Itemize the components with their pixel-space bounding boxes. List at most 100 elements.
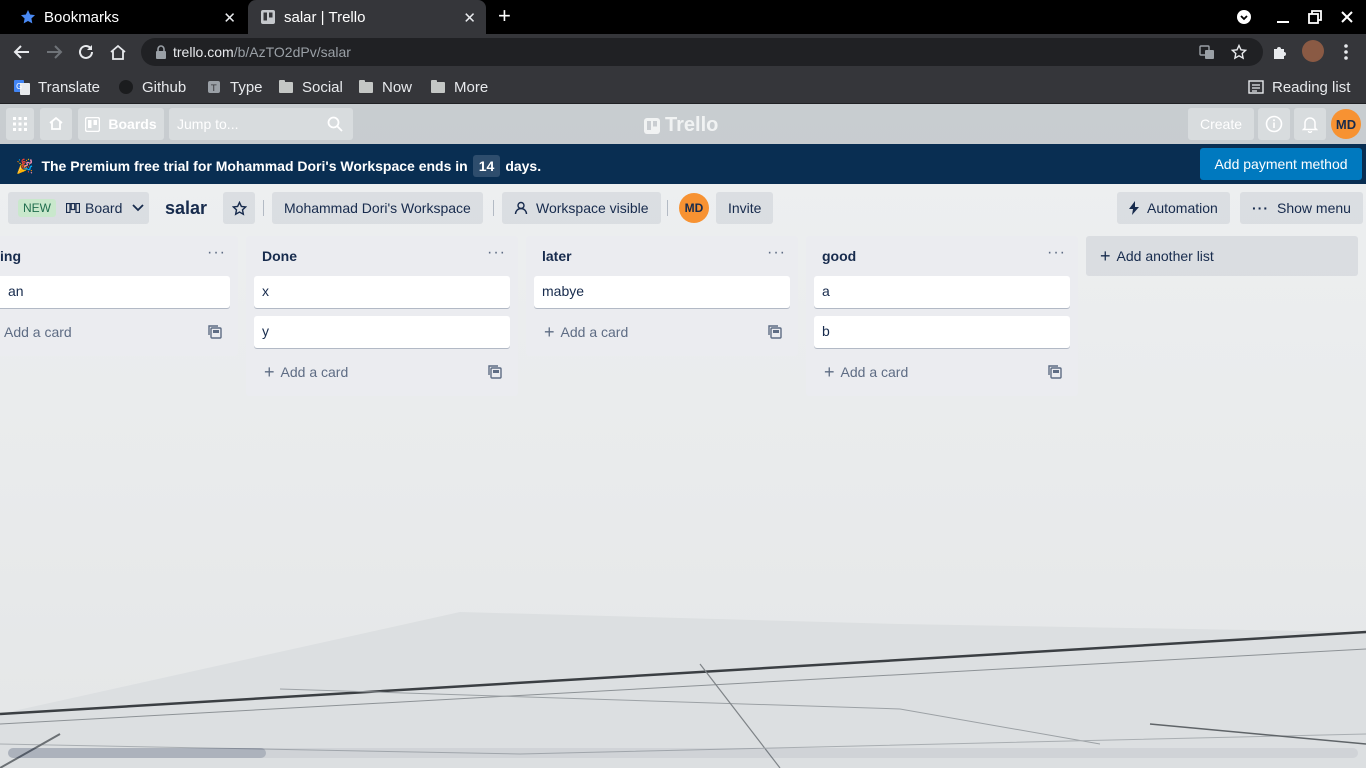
add-card-button[interactable]: + Add a card bbox=[814, 356, 1070, 388]
divider bbox=[493, 200, 494, 216]
bookmark-label: Github bbox=[142, 78, 187, 96]
workspace-label: Mohammad Dori's Workspace bbox=[284, 200, 471, 216]
restore-icon[interactable] bbox=[1308, 0, 1322, 34]
card-template-icon[interactable] bbox=[208, 325, 222, 342]
close-tab-icon[interactable]: ✕ bbox=[463, 9, 476, 27]
reading-list-button[interactable]: Reading list bbox=[1248, 76, 1350, 98]
visibility-label: Workspace visible bbox=[536, 200, 649, 216]
card[interactable]: b bbox=[814, 316, 1070, 348]
type-icon: T bbox=[206, 79, 222, 95]
extensions-icon[interactable] bbox=[1270, 42, 1290, 62]
card-template-icon[interactable] bbox=[488, 365, 502, 382]
minimize-icon[interactable] bbox=[1276, 0, 1290, 34]
add-list-label: Add another list bbox=[1116, 248, 1214, 264]
bookmark-translate[interactable]: G Translate bbox=[14, 76, 100, 98]
browser-menu-icon[interactable] bbox=[1336, 42, 1356, 62]
list-menu-icon[interactable]: ··· bbox=[207, 244, 226, 262]
list-column: later ··· mabye + Add a card bbox=[526, 236, 798, 356]
list-title[interactable]: ing bbox=[0, 248, 21, 264]
close-tab-icon[interactable]: ✕ bbox=[223, 9, 236, 27]
home-button[interactable] bbox=[40, 108, 72, 140]
add-card-button[interactable]: Add a card bbox=[0, 316, 230, 348]
lightning-icon bbox=[1129, 201, 1139, 215]
list-menu-icon[interactable]: ··· bbox=[767, 244, 786, 262]
days-remaining-badge: 14 bbox=[472, 155, 501, 177]
scrollbar-thumb[interactable] bbox=[8, 748, 266, 758]
card-template-icon[interactable] bbox=[1048, 365, 1062, 382]
list-title[interactable]: later bbox=[542, 248, 572, 264]
visibility-button[interactable]: Workspace visible bbox=[502, 192, 661, 224]
browser-tab-bookmarks[interactable]: Bookmarks ✕ bbox=[0, 0, 246, 34]
board-member-avatar[interactable]: MD bbox=[679, 193, 709, 223]
bookmarks-bar: G Translate Github T Type Social Now Mor… bbox=[0, 70, 1366, 104]
tab-search-icon[interactable] bbox=[1236, 0, 1252, 34]
folder-icon bbox=[358, 79, 374, 95]
list-menu-icon[interactable]: ··· bbox=[1047, 244, 1066, 262]
card[interactable]: mabye bbox=[534, 276, 790, 308]
add-card-button[interactable]: + Add a card bbox=[534, 316, 790, 348]
lock-icon bbox=[155, 45, 167, 62]
automation-button[interactable]: Automation bbox=[1117, 192, 1230, 224]
create-button[interactable]: Create bbox=[1188, 108, 1254, 140]
workspace-button[interactable]: Mohammad Dori's Workspace bbox=[272, 192, 483, 224]
card[interactable]: a bbox=[814, 276, 1070, 308]
list-header[interactable]: later ··· bbox=[526, 236, 798, 276]
logo-text: Trello bbox=[665, 114, 719, 136]
home-icon[interactable] bbox=[108, 42, 128, 62]
bookmark-star-icon[interactable] bbox=[1230, 43, 1248, 63]
add-card-button[interactable]: + Add a card bbox=[254, 356, 510, 388]
forward-icon[interactable] bbox=[44, 42, 64, 62]
reading-list-icon bbox=[1248, 79, 1264, 95]
card-template-icon[interactable] bbox=[768, 325, 782, 342]
list-header[interactable]: ing ··· bbox=[0, 236, 238, 276]
close-window-icon[interactable] bbox=[1340, 0, 1354, 34]
app-switcher-icon[interactable] bbox=[6, 108, 34, 140]
invite-button[interactable]: Invite bbox=[716, 192, 774, 224]
trello-icon bbox=[260, 9, 276, 25]
plus-icon: + bbox=[824, 361, 835, 382]
bookmark-folder-social[interactable]: Social bbox=[278, 76, 343, 98]
list-title[interactable]: Done bbox=[262, 248, 297, 264]
translate-page-icon[interactable] bbox=[1199, 44, 1215, 63]
address-bar[interactable]: trello.com/b/AzTO2dPv/salar bbox=[141, 38, 1263, 66]
board-view-switcher[interactable]: NEW Board bbox=[8, 192, 149, 224]
add-payment-method-button[interactable]: Add payment method bbox=[1200, 148, 1362, 180]
info-icon[interactable] bbox=[1258, 108, 1290, 140]
boards-button[interactable]: Boards bbox=[78, 108, 164, 140]
payment-button-label: Add payment method bbox=[1214, 156, 1348, 172]
board-title[interactable]: salar bbox=[165, 198, 207, 219]
bookmark-folder-more[interactable]: More bbox=[430, 76, 488, 98]
card-title: y bbox=[262, 323, 269, 339]
bookmark-type[interactable]: T Type bbox=[206, 76, 263, 98]
divider bbox=[263, 200, 264, 216]
show-menu-button[interactable]: ··· Show menu bbox=[1240, 192, 1363, 224]
jump-to-search[interactable]: Jump to... bbox=[169, 108, 353, 140]
google-translate-icon: G bbox=[14, 79, 30, 95]
card[interactable]: an bbox=[0, 276, 230, 308]
add-another-list-button[interactable]: + Add another list bbox=[1086, 236, 1358, 276]
list-header[interactable]: Done ··· bbox=[246, 236, 518, 276]
list-title[interactable]: good bbox=[822, 248, 856, 264]
list-menu-icon[interactable]: ··· bbox=[487, 244, 506, 262]
star-board-icon[interactable] bbox=[223, 192, 255, 224]
bookmark-folder-now[interactable]: Now bbox=[358, 76, 412, 98]
card[interactable]: y bbox=[254, 316, 510, 348]
user-avatar[interactable]: MD bbox=[1331, 109, 1361, 139]
new-tab-icon[interactable]: + bbox=[498, 5, 511, 27]
folder-icon bbox=[430, 79, 446, 95]
card[interactable]: x bbox=[254, 276, 510, 308]
horizontal-scrollbar[interactable] bbox=[8, 748, 1358, 758]
add-card-label: Add a card bbox=[4, 324, 72, 340]
bookmark-github[interactable]: Github bbox=[118, 76, 186, 98]
back-icon[interactable] bbox=[12, 42, 32, 62]
chevron-down-icon bbox=[132, 204, 144, 212]
reload-icon[interactable] bbox=[76, 42, 96, 62]
plus-icon: + bbox=[1100, 245, 1111, 266]
notifications-bell-icon[interactable] bbox=[1294, 108, 1326, 140]
trello-logo[interactable]: Trello bbox=[644, 114, 718, 137]
browser-tab-trello[interactable]: salar | Trello ✕ bbox=[248, 0, 486, 34]
browser-tab-strip: Bookmarks ✕ salar | Trello ✕ + bbox=[0, 0, 1366, 34]
tab-title: Bookmarks bbox=[44, 8, 120, 26]
list-header[interactable]: good ··· bbox=[806, 236, 1078, 276]
profile-avatar-icon[interactable] bbox=[1302, 40, 1324, 62]
